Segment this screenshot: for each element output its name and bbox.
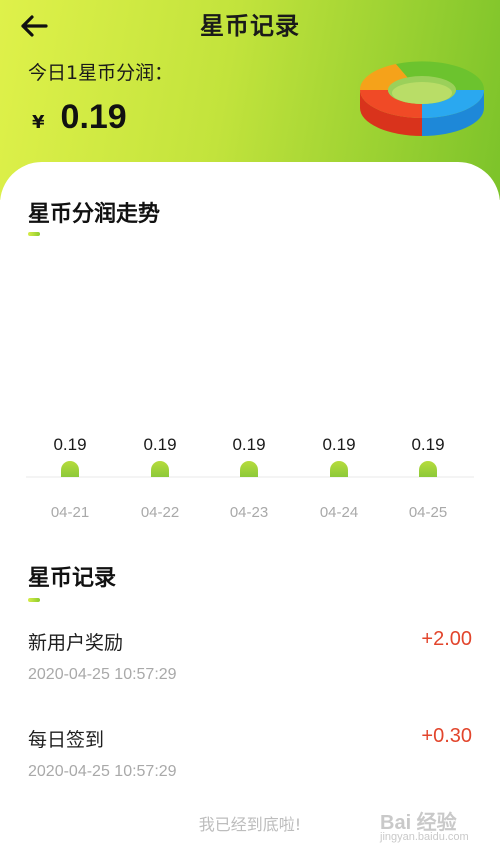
- currency-symbol: ¥: [32, 112, 45, 133]
- chart-bar: [240, 461, 258, 477]
- record-amount: +0.30: [421, 725, 472, 747]
- record-amount: +2.00: [421, 628, 472, 650]
- price-value: 0.19: [60, 98, 127, 136]
- today-share-label: 今日1星币分润：: [28, 62, 174, 84]
- chart-data-label: 0.19: [53, 435, 86, 454]
- page-title: 星币记录: [200, 12, 300, 40]
- record-item: 新用户奖励 +2.00 2020-04-25 10:57:29: [28, 628, 472, 698]
- chart-x-tick-label: 04-23: [230, 504, 268, 521]
- watermark-logo: Bai 经验 jingyan.baidu.com: [380, 806, 469, 843]
- chart-data-label: 0.19: [232, 435, 265, 454]
- trend-accent-dash: [28, 232, 40, 236]
- records-accent-dash: [28, 598, 40, 602]
- chart-data-label: 0.19: [143, 435, 176, 454]
- watermark-sub: jingyan.baidu.com: [380, 831, 469, 843]
- donut-ring-icon: [359, 61, 485, 136]
- chart-bar: [330, 461, 348, 477]
- today-price: ¥ 0.19: [32, 98, 127, 137]
- chart-x-tick-label: 04-22: [141, 504, 179, 521]
- chart-bar: [419, 461, 437, 477]
- chart-bar: [151, 461, 169, 477]
- trend-chart: 0.19 04-21 0.19 04-22 0.19 04-23 0.19 04-24 0.19…: [0, 420, 500, 530]
- record-time: 2020-04-25 10:57:29: [28, 666, 177, 683]
- chart-bar: [61, 461, 79, 477]
- chart-data-label: 0.19: [411, 435, 444, 454]
- trend-title: 星币分润走势: [28, 202, 161, 227]
- record-name: 每日签到: [28, 729, 105, 751]
- chart-x-tick-label: 04-21: [51, 504, 89, 521]
- record-time: 2020-04-25 10:57:29: [28, 763, 177, 780]
- records-title: 星币记录: [28, 566, 117, 591]
- chart-x-tick-label: 04-24: [320, 504, 358, 521]
- record-name: 新用户奖励: [28, 632, 124, 654]
- record-item: 每日签到 +0.30 2020-04-25 10:57:29: [28, 725, 472, 795]
- chart-x-tick-label: 04-25: [409, 504, 447, 521]
- trend-chart-svg: 0.19 04-21 0.19 04-22 0.19 04-23 0.19 04-24 0.19…: [26, 435, 474, 521]
- chart-data-label: 0.19: [322, 435, 355, 454]
